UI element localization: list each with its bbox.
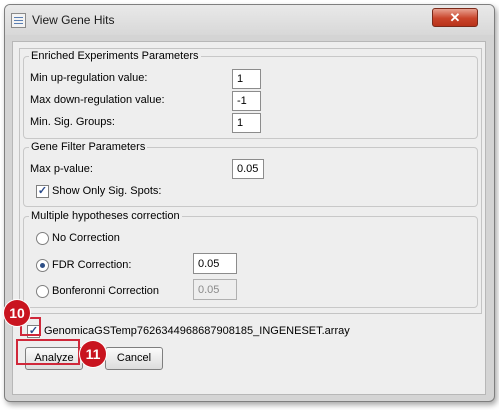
bonferonni-correction-radio[interactable] <box>36 285 49 298</box>
min-sig-groups-input[interactable] <box>232 113 261 133</box>
min-up-regulation-label: Min up-regulation value: <box>30 72 148 84</box>
multiple-hypotheses-legend: Multiple hypotheses correction <box>31 210 180 222</box>
close-button[interactable]: ✕ <box>432 8 478 27</box>
min-sig-groups-label: Min. Sig. Groups: <box>30 116 115 128</box>
min-up-regulation-input[interactable] <box>232 69 261 89</box>
max-down-regulation-input[interactable] <box>232 91 261 111</box>
gene-set-file-label: GenomicaGSTemp7626344968687908185_INGENE… <box>44 325 350 337</box>
show-sig-spots-label: Show Only Sig. Spots: <box>52 185 162 197</box>
step-badge-10: 10 <box>4 300 30 326</box>
fdr-correction-label: FDR Correction: <box>52 259 132 271</box>
max-p-value-input[interactable] <box>232 159 264 179</box>
show-sig-spots-checkbox[interactable]: ✓ <box>36 185 49 198</box>
parameters-panel: Enriched Experiments Parameters Min up-r… <box>19 48 482 314</box>
no-correction-radio[interactable] <box>36 232 49 245</box>
analyze-highlight <box>16 339 80 365</box>
dialog-content: Enriched Experiments Parameters Min up-r… <box>12 41 486 395</box>
step-badge-11: 11 <box>80 341 106 367</box>
fdr-correction-radio[interactable] <box>36 259 49 272</box>
fdr-correction-input[interactable] <box>193 253 237 274</box>
gene-filter-legend: Gene Filter Parameters <box>31 141 146 153</box>
enriched-experiments-legend: Enriched Experiments Parameters <box>31 50 199 62</box>
cancel-button[interactable]: Cancel <box>105 347 163 370</box>
bonferonni-correction-input <box>193 279 237 300</box>
no-correction-label: No Correction <box>52 232 120 244</box>
app-window-icon <box>11 13 26 28</box>
title-bar[interactable]: View Gene Hits ✕ <box>5 5 494 35</box>
bonferonni-correction-label: Bonferonni Correction <box>52 285 160 297</box>
window-title: View Gene Hits <box>32 13 115 27</box>
max-down-regulation-label: Max down-regulation value: <box>30 94 165 106</box>
max-p-value-label: Max p-value: <box>30 163 93 175</box>
